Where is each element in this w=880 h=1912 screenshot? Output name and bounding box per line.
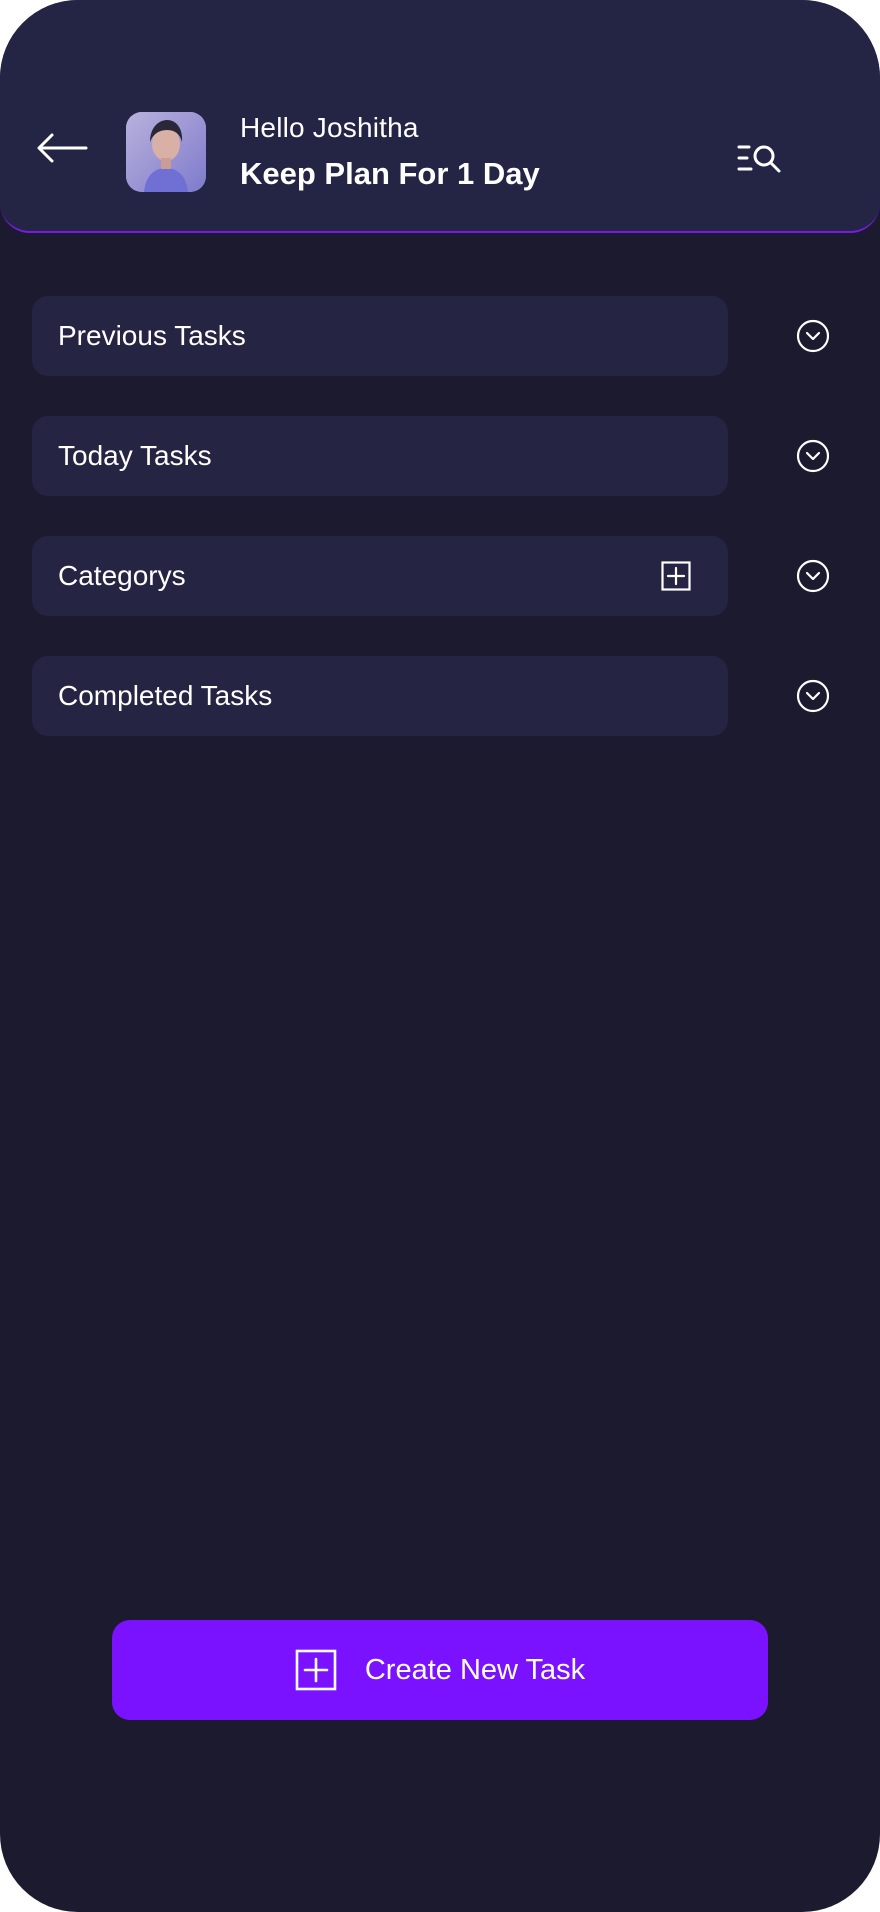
header: Hello Joshitha Keep Plan For 1 Day [0,0,880,233]
app-screen: Hello Joshitha Keep Plan For 1 Day Previ… [0,0,880,1912]
section-label: Categorys [58,560,186,591]
greeting-text: Hello Joshitha [240,112,419,143]
add-category-button[interactable] [660,560,692,592]
expand-categorys-button[interactable] [794,557,832,595]
expand-previous-tasks-button[interactable] [794,317,832,355]
expand-completed-tasks-button[interactable] [794,677,832,715]
section-label: Today Tasks [58,440,212,471]
section-today-tasks[interactable]: Today Tasks [32,416,728,496]
avatar [126,112,206,192]
section-previous-tasks[interactable]: Previous Tasks [32,296,728,376]
chevron-down-circle-icon [796,439,830,473]
list-search-icon [737,145,781,173]
expand-today-tasks-button[interactable] [794,437,832,475]
plus-square-icon [295,1649,337,1691]
create-new-task-label: Create New Task [364,1653,586,1686]
back-button[interactable] [30,116,94,180]
chevron-down-circle-icon [796,679,830,713]
section-label: Completed Tasks [58,680,273,711]
section-categorys[interactable]: Categorys [32,536,728,616]
arrow-left-icon [37,133,88,163]
page-subtitle: Keep Plan For 1 Day [240,156,540,191]
chevron-down-circle-icon [796,319,830,353]
create-new-task-button[interactable]: Create New Task [112,1620,768,1720]
section-label: Previous Tasks [58,320,246,351]
chevron-down-circle-icon [796,559,830,593]
plus-square-icon [661,561,691,591]
search-filter-button[interactable] [730,132,790,184]
section-completed-tasks[interactable]: Completed Tasks [32,656,728,736]
